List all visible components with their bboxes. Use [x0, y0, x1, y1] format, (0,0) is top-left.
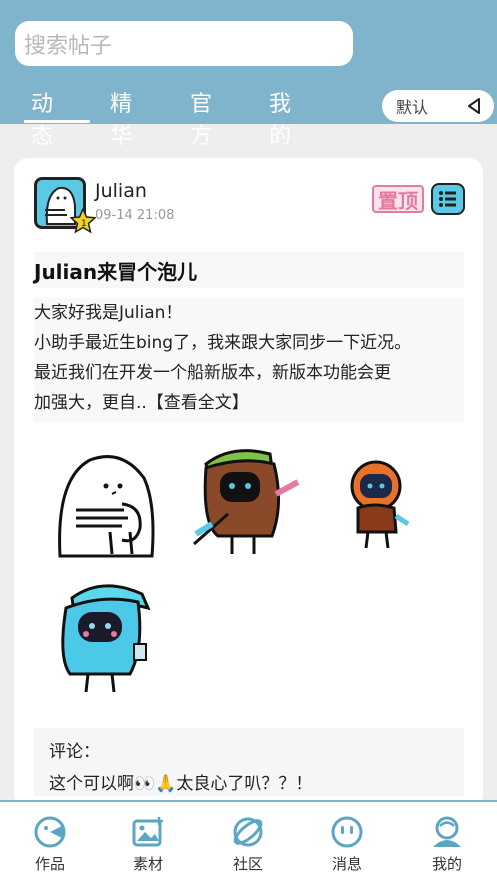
post-body-line: 小助手最近生bing了，我来跟大家同步一下近况。 — [34, 333, 412, 353]
comment-text: 这个可以啊👀🙏太良心了叭？？！ — [49, 774, 313, 794]
pinned-badge: 置顶 — [372, 185, 424, 213]
bottom-navigation: 作品 素材 社区 消息 我的 — [0, 800, 497, 883]
post-time: 09-14 21:08 — [95, 208, 175, 223]
nav-label: 作品 — [34, 855, 65, 873]
comment-preview[interactable]: 评论： 这个可以啊👀🙏太良心了叭？？！ — [34, 728, 464, 796]
nav-label: 社区 — [232, 855, 263, 873]
nav-works[interactable]: 作品 — [20, 814, 80, 874]
nav-messages[interactable]: 消息 — [317, 814, 377, 874]
post-body-line: 大家好我是Julian！ — [34, 303, 183, 323]
tab-dynamic[interactable]: 动态 — [31, 86, 54, 150]
message-icon — [331, 816, 363, 848]
sort-dropdown[interactable]: 默认 — [382, 90, 494, 122]
brown-hooded-sticker-image[interactable] — [192, 444, 302, 558]
sort-label: 默认 — [396, 98, 429, 117]
ghost-sticker-image[interactable] — [52, 448, 162, 560]
triangle-left-icon — [468, 98, 480, 114]
post-card[interactable]: 1 Julian 09-14 21:08 置顶 Julian来冒个泡儿 大家好我… — [14, 158, 483, 808]
search-input[interactable]: 搜索帖子 — [15, 21, 353, 66]
profile-icon — [433, 816, 461, 847]
star-badge-icon: 1 — [70, 208, 96, 234]
list-icon — [439, 191, 456, 207]
search-placeholder: 搜索帖子 — [24, 33, 113, 59]
nav-community[interactable]: 社区 — [218, 814, 278, 874]
tab-featured[interactable]: 精华 — [110, 86, 133, 150]
tab-mine[interactable]: 我的 — [269, 86, 292, 150]
svg-text:1: 1 — [81, 219, 87, 229]
top-header: 搜索帖子 动态 精华 官方 我的 默认 — [0, 0, 497, 149]
nav-label: 素材 — [132, 855, 163, 873]
post-body-line: 加强大，更自..【查看全文】 — [34, 393, 249, 413]
nav-label: 消息 — [331, 855, 362, 873]
nav-profile[interactable]: 我的 — [417, 814, 477, 874]
works-icon — [34, 816, 66, 848]
orange-hooded-sticker-image[interactable] — [344, 458, 416, 554]
post-body-line: 最近我们在开发一个船新版本，新版本功能会更 — [34, 363, 391, 383]
tab-official[interactable]: 官方 — [190, 86, 213, 150]
nav-material[interactable]: 素材 — [118, 814, 178, 874]
material-icon — [132, 817, 163, 847]
nav-label: 我的 — [431, 855, 462, 873]
comment-label: 评论： — [49, 742, 100, 762]
community-icon — [233, 817, 263, 847]
post-body[interactable]: 大家好我是Julian！ 小助手最近生bing了，我来跟大家同步一下近况。 最近… — [34, 298, 464, 422]
blue-hooded-sticker-image[interactable] — [52, 578, 162, 696]
post-title[interactable]: Julian来冒个泡儿 — [34, 252, 464, 288]
active-tab-indicator — [24, 120, 90, 123]
list-menu-button[interactable] — [431, 183, 465, 215]
author-name[interactable]: Julian — [95, 180, 147, 202]
